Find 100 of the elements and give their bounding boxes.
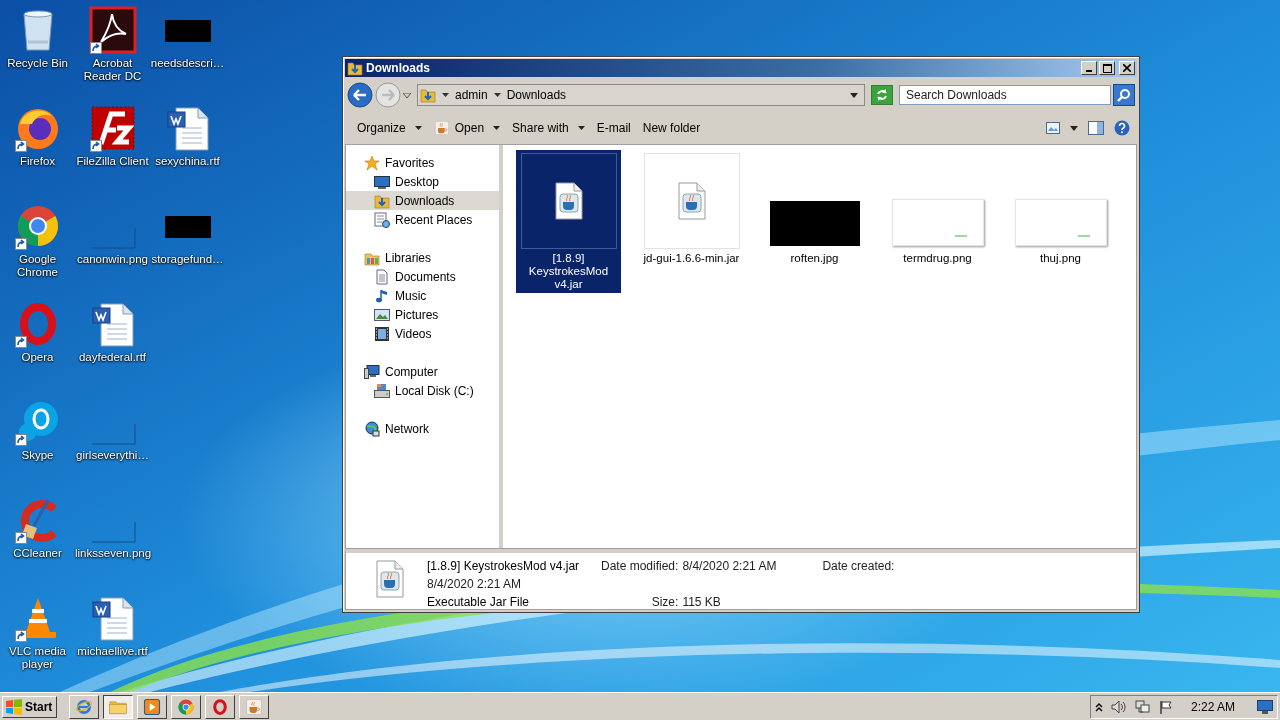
taskbar-button[interactable] xyxy=(103,694,134,719)
navigation-item[interactable]: Videos xyxy=(346,324,499,343)
navigation-item[interactable]: Favorites xyxy=(346,153,499,172)
windows-logo-icon xyxy=(5,698,23,715)
desktop-icon-label[interactable]: storagefund… xyxy=(151,253,224,266)
desktop-icon-label[interactable]: CCleaner xyxy=(13,547,62,560)
detail-label: Date created: xyxy=(822,559,895,573)
chrome-icon xyxy=(177,697,196,716)
toolbar-button[interactable]: Open xyxy=(429,117,505,139)
file-item[interactable]: [1.8.9] KeystrokesMod v4.jar xyxy=(516,150,621,293)
minimize-button[interactable] xyxy=(1081,61,1097,75)
media-player-icon xyxy=(143,697,162,716)
clock[interactable]: 2:22 AM xyxy=(1190,699,1235,714)
navigation-item[interactable]: Network xyxy=(346,419,499,438)
download-folder-icon xyxy=(374,192,390,209)
breadcrumb[interactable]: Downloads xyxy=(506,88,567,102)
caret-icon xyxy=(442,93,449,97)
star-icon xyxy=(364,154,380,171)
caret-icon xyxy=(577,126,585,130)
caret-icon xyxy=(493,126,501,130)
navigation-item[interactable]: Pictures xyxy=(346,305,499,324)
breadcrumb[interactable]: admin xyxy=(455,88,488,102)
download-folder-icon xyxy=(420,87,436,103)
show-hidden-icons-icon[interactable] xyxy=(1094,701,1103,712)
java-file-icon xyxy=(374,559,406,599)
file-item[interactable]: termdrug.png xyxy=(885,150,990,267)
refresh-button[interactable] xyxy=(871,85,893,105)
toolbar-button[interactable]: Share with xyxy=(508,117,589,139)
navigation-item[interactable]: Local Disk (C:) xyxy=(346,381,499,400)
network-icon[interactable] xyxy=(1134,699,1151,714)
navigation-item[interactable]: Music xyxy=(346,286,499,305)
show-desktop-icon[interactable] xyxy=(1257,699,1273,714)
toolbar-button[interactable]: Organize xyxy=(353,117,426,139)
desktop-icon-label[interactable]: Acrobat Reader DC xyxy=(75,57,150,83)
recent-places-icon xyxy=(374,211,390,228)
maximize-icon xyxy=(1102,63,1112,73)
file-name: [1.8.9] KeystrokesMod v4.jar xyxy=(427,559,581,573)
navigation-item[interactable]: Recent Places xyxy=(346,210,499,229)
browser-icon xyxy=(75,697,94,716)
toolbar-button[interactable]: New folder xyxy=(638,117,705,139)
desktop-icon-label[interactable]: VLC media player xyxy=(0,645,75,671)
opera-icon xyxy=(211,697,230,716)
maximize-button[interactable] xyxy=(1099,61,1115,75)
desktop-icon-label[interactable]: sexychina.rtf xyxy=(155,155,220,168)
navigation-item[interactable]: Downloads xyxy=(346,191,499,210)
desktop-icon-label[interactable]: Google Chrome xyxy=(0,253,75,279)
search-field[interactable]: Search Downloads xyxy=(899,85,1111,105)
window-title: Downloads xyxy=(366,61,430,75)
address-field[interactable]: admin Downloads xyxy=(417,84,865,106)
file-item[interactable]: jd-gui-1.6.6-min.jar xyxy=(639,150,744,267)
help-icon xyxy=(1114,120,1130,136)
preview-pane-button[interactable] xyxy=(1087,120,1105,136)
help-button[interactable] xyxy=(1113,119,1131,137)
caret-icon xyxy=(1070,125,1078,131)
search-icon xyxy=(1117,88,1131,102)
navigation-item[interactable]: Desktop xyxy=(346,172,499,191)
flag-icon[interactable] xyxy=(1158,699,1173,714)
desktop-icon-label[interactable]: dayfederal.rtf xyxy=(78,351,147,364)
caret-icon xyxy=(414,126,422,130)
speaker-icon[interactable] xyxy=(1110,699,1127,714)
film-icon xyxy=(374,325,390,342)
network-icon xyxy=(364,420,380,437)
desktop-icon-label[interactable]: canonwin.png xyxy=(77,253,148,266)
desktop-icon-label[interactable]: linksseven.png xyxy=(75,547,150,560)
view-icon xyxy=(1046,122,1060,134)
desktop-icon-label[interactable]: FileZilla Client xyxy=(76,155,149,168)
history-caret-icon[interactable] xyxy=(403,92,411,98)
download-folder-icon xyxy=(347,60,363,76)
toolbar-button[interactable]: E-mail xyxy=(592,117,635,139)
java-file-icon xyxy=(552,181,585,221)
desktop-icon-label[interactable]: Opera xyxy=(21,351,54,364)
navigation-item[interactable]: Computer xyxy=(346,362,499,381)
filezilla-icon[interactable] xyxy=(88,104,137,152)
file-item[interactable]: thuj.png xyxy=(1008,150,1113,267)
desktop-icon-label[interactable]: needsdescri… xyxy=(150,57,225,70)
close-button[interactable] xyxy=(1119,61,1135,75)
music-note-icon xyxy=(374,287,390,304)
search-button[interactable] xyxy=(1113,84,1135,106)
back-button[interactable] xyxy=(347,82,373,108)
address-dropdown-icon[interactable] xyxy=(850,92,858,98)
detail-value: 115 KB xyxy=(682,595,722,609)
detail-label: Date modified: xyxy=(601,559,679,573)
desktop-icon-label[interactable]: girlseverythi… xyxy=(76,449,149,462)
detail-value: 8/4/2020 2:21 AM xyxy=(682,559,778,573)
document-icon xyxy=(374,268,390,285)
desktop-icon-label[interactable]: Recycle Bin xyxy=(7,57,68,70)
coffee-cup-icon xyxy=(433,120,450,136)
start-button[interactable]: Start xyxy=(2,695,58,718)
desktop-icon-label[interactable]: michaellive.rtf xyxy=(77,645,148,658)
desktop-icon-label[interactable]: Firefox xyxy=(19,155,56,168)
close-icon xyxy=(1123,64,1131,72)
detail-label: Size: xyxy=(650,595,679,609)
view-options-button[interactable] xyxy=(1069,124,1079,132)
desktop-icon-label[interactable]: Skype xyxy=(21,449,54,462)
java-file-icon xyxy=(675,181,708,221)
file-item[interactable]: roften.jpg xyxy=(762,150,867,267)
acrobat-icon[interactable] xyxy=(88,6,137,54)
navigation-item[interactable]: Libraries xyxy=(346,248,499,267)
change-view-button[interactable] xyxy=(1045,121,1061,135)
navigation-item[interactable]: Documents xyxy=(346,267,499,286)
